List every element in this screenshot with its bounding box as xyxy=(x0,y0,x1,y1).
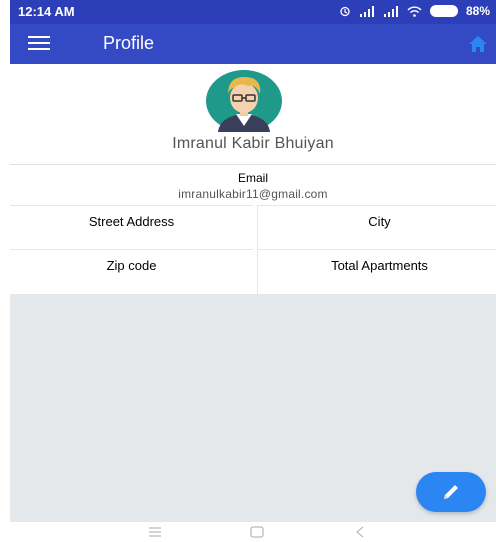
system-nav-bar xyxy=(10,522,496,542)
home-icon[interactable] xyxy=(468,35,488,53)
total-apartments-label: Total Apartments xyxy=(331,258,428,273)
app-bar: Profile xyxy=(10,24,496,64)
signal-icon xyxy=(359,5,375,17)
zip-code-cell: Zip code xyxy=(10,249,253,293)
street-address-label: Street Address xyxy=(88,214,175,229)
grid-divider xyxy=(257,205,258,294)
battery-percent: 88% xyxy=(465,4,490,18)
total-apartments-cell: Total Apartments xyxy=(258,249,496,293)
back-icon[interactable] xyxy=(355,525,365,539)
city-cell: City xyxy=(258,205,496,249)
hamburger-menu-icon[interactable] xyxy=(28,36,50,52)
recent-apps-icon[interactable] xyxy=(148,525,162,539)
battery-icon xyxy=(429,5,458,17)
phone-screen: 12:14 AM 88% Profile Imranul Kabir Bhuiy… xyxy=(10,0,496,542)
email-section: Email imranulkabir11@gmail.com xyxy=(10,168,496,205)
avatar-icon xyxy=(204,70,284,132)
street-address-cell: Street Address xyxy=(10,205,253,249)
zip-code-label: Zip code xyxy=(106,258,157,273)
alarm-icon xyxy=(339,5,351,17)
status-time: 12:14 AM xyxy=(18,4,75,19)
status-bar: 12:14 AM 88% xyxy=(10,0,496,24)
page-title: Profile xyxy=(103,33,155,53)
edit-pencil-icon xyxy=(444,485,458,499)
profile-header: Imranul Kabir Bhuiyan xyxy=(10,64,496,164)
email-value: imranulkabir11@gmail.com xyxy=(178,187,328,201)
edit-button[interactable] xyxy=(416,472,486,512)
city-label: City xyxy=(368,214,391,229)
home-square-icon[interactable] xyxy=(250,525,264,539)
email-label: Email xyxy=(237,171,268,185)
divider xyxy=(10,164,496,165)
wifi-icon xyxy=(407,6,422,17)
details-grid: Street Address City Zip code Total Apart… xyxy=(10,205,496,294)
signal-icon xyxy=(383,5,399,17)
status-icons: 88% xyxy=(339,4,490,18)
profile-name: Imranul Kabir Bhuiyan xyxy=(172,135,334,152)
